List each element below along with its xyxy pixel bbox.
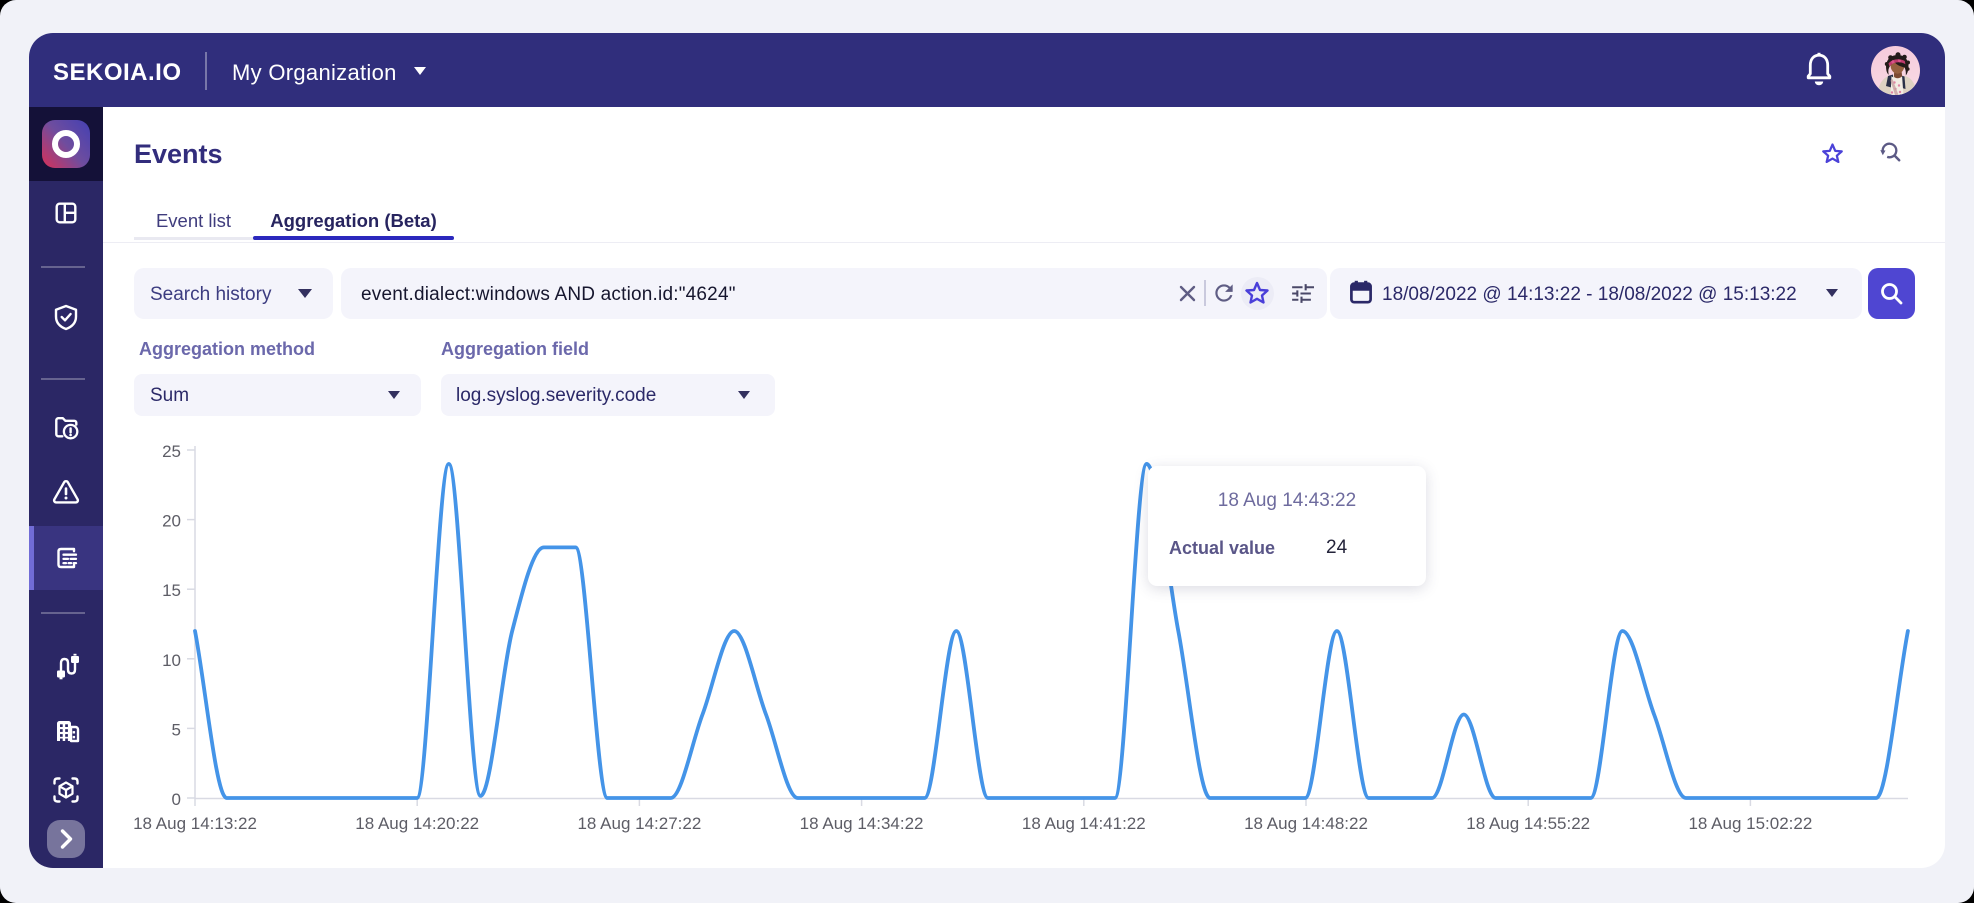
svg-text:5: 5 xyxy=(172,720,181,739)
svg-text:18 Aug 15:02:22: 18 Aug 15:02:22 xyxy=(1688,814,1812,833)
svg-text:18 Aug 14:13:22: 18 Aug 14:13:22 xyxy=(133,814,257,833)
svg-text:18 Aug 14:48:22: 18 Aug 14:48:22 xyxy=(1244,814,1368,833)
svg-text:20: 20 xyxy=(162,512,181,531)
svg-text:25: 25 xyxy=(162,442,181,461)
svg-text:10: 10 xyxy=(162,651,181,670)
svg-text:18 Aug 14:27:22: 18 Aug 14:27:22 xyxy=(577,814,701,833)
svg-text:0: 0 xyxy=(172,790,181,809)
svg-text:18 Aug 14:41:22: 18 Aug 14:41:22 xyxy=(1022,814,1146,833)
svg-text:18 Aug 14:20:22: 18 Aug 14:20:22 xyxy=(355,814,479,833)
svg-text:18 Aug 14:34:22: 18 Aug 14:34:22 xyxy=(800,814,924,833)
svg-text:15: 15 xyxy=(162,581,181,600)
svg-text:18 Aug 14:55:22: 18 Aug 14:55:22 xyxy=(1466,814,1590,833)
